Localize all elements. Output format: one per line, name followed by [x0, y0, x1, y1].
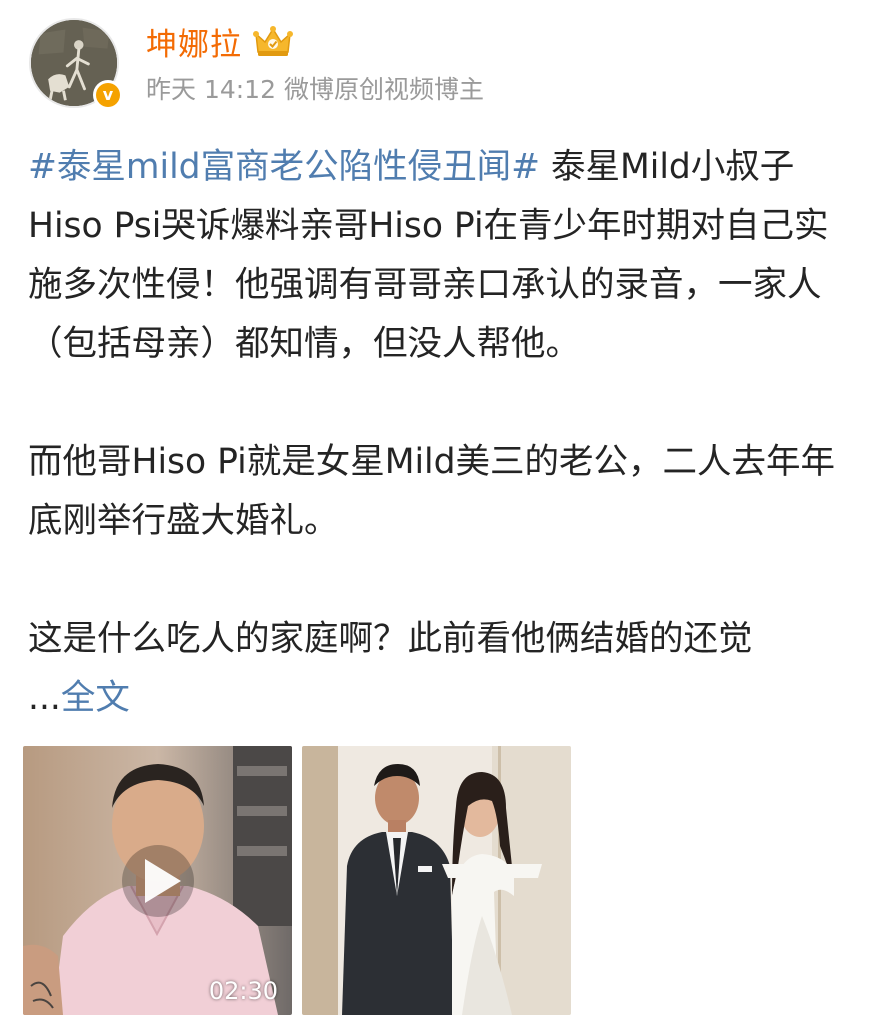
video-thumbnail[interactable]: 02:30 [23, 746, 292, 1015]
verified-mark: v [96, 83, 120, 107]
post-source: 微博原创视频博主 [284, 75, 485, 104]
wedding-photo[interactable] [302, 746, 571, 1015]
post-paragraph-2: 而他哥Hiso Pi就是女星Mild美三的老公，二人去年年底刚举行盛大婚礼。 [28, 442, 836, 541]
verified-badge-icon: v [93, 80, 123, 110]
post-time: 昨天 14:12 [146, 75, 276, 104]
crown-icon[interactable] [252, 24, 294, 58]
wedding-photo-image [302, 746, 571, 1015]
post-paragraph-1: #泰星mild富商老公陷性侵丑闻# 泰星Mild小叔子 Hiso Psi哭诉爆料… [28, 138, 858, 374]
play-icon[interactable] [121, 844, 194, 917]
post-paragraph-3: 这是什么吃人的家庭啊？此前看他俩结婚的还觉 [28, 619, 753, 659]
username-row: 坤娜拉 [146, 19, 294, 63]
video-duration: 02:30 [208, 977, 278, 1005]
post-meta: 昨天 14:12 微博原创视频博主 [146, 70, 484, 106]
read-more-row: ...全文 [28, 669, 858, 728]
post-body: #泰星mild富商老公陷性侵丑闻# 泰星Mild小叔子 Hiso Psi哭诉爆料… [28, 138, 858, 728]
username[interactable]: 坤娜拉 [146, 19, 242, 64]
avatar-container[interactable]: v [29, 18, 123, 112]
read-more-link[interactable]: 全文 [61, 678, 130, 718]
hashtag-link[interactable]: #泰星mild富商老公陷性侵丑闻# [28, 147, 540, 187]
ellipsis: ... [28, 678, 61, 718]
